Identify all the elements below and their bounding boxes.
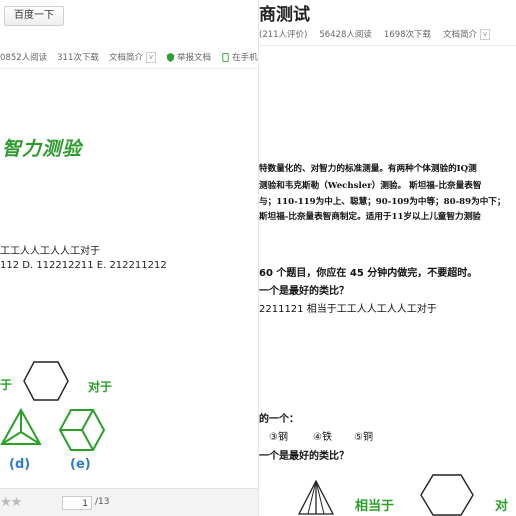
figure-text-duiyu: 对于 (88, 380, 113, 394)
document-title: 智力测验 (2, 138, 83, 160)
hexagon-figure (23, 361, 69, 401)
chevron-down-icon: v (480, 28, 491, 40)
right-document-pane: 商测试 (211人评价) 56428人阅读 1698次下载 文档简介 v 特数量化… (258, 0, 516, 516)
option-4: ④铁 (313, 432, 332, 443)
left-document-pane: 百度一下 0852人阅读 311次下载 文档简介v 举报文档 在手机打开 智力测… (0, 0, 258, 516)
answer-options-line: 112 D. 112212211 E. 212211212 (0, 260, 167, 271)
document-stats-bar: (211人评价) 56428人阅读 1698次下载 文档简介 v (259, 23, 516, 46)
scanned-text-line: 斯坦福-比奈量表智商制定。适用于11岁以上儿童智力测验 (259, 212, 481, 222)
baidu-search-button[interactable]: 百度一下 (4, 6, 64, 26)
triangle-option-figure (0, 408, 42, 445)
document-title: 商测试 (259, 5, 310, 25)
rating-count: (211人评价) (259, 30, 308, 40)
question-best-analogy-2: 一个是最好的类比？ (259, 451, 349, 462)
doc-intro-label: 文档简介 (108, 53, 143, 63)
read-count: 56428人阅读 (319, 30, 372, 40)
rating-stars[interactable]: ★★ (0, 495, 22, 510)
figure-text-yu: 于 (0, 378, 13, 392)
instruction-line: 60 个题目，你应在 45 分钟内做完，不要超时。 (259, 268, 478, 279)
question-which-one: 的一个： (259, 414, 299, 425)
open-on-phone-label: 在手机打开 (232, 53, 258, 63)
option-e-label: (e) (70, 457, 91, 472)
scanned-text-line: 特数量化的、对智力的标准测量。有两种个体测验的IQ测 (259, 164, 477, 174)
option-3: ③钢 (269, 432, 288, 443)
shield-icon (166, 52, 175, 62)
doc-intro-dropdown[interactable]: 文档简介 v (443, 28, 491, 40)
option-d-label: (d) (9, 457, 31, 472)
document-footer-bar: ★★ 1 /13 (0, 488, 258, 516)
chevron-down-icon: v (145, 51, 157, 63)
download-count: 311次下载 (57, 53, 99, 63)
cube-option-figure (58, 409, 106, 451)
read-count: 0852人阅读 (0, 53, 48, 63)
phone-icon (222, 52, 229, 62)
page-total: /13 (95, 497, 110, 507)
report-doc-link[interactable]: 举报文档 (166, 51, 211, 63)
doc-intro-label: 文档简介 (443, 30, 478, 40)
option-5: ⑤铜 (354, 432, 373, 443)
open-on-phone-link[interactable]: 在手机打开 (221, 51, 258, 63)
download-count: 1698次下载 (383, 30, 432, 40)
figure-text-duiyu: 对于 (495, 499, 509, 514)
figure-text-xiangdangyu: 相当于 (355, 499, 395, 514)
question-text-line: 工工人人工人人工对于 (0, 246, 100, 257)
page-number-input[interactable]: 1 (62, 496, 92, 510)
analogy-question-line: 2211121 相当于工工人人工人人工对于 (259, 304, 437, 315)
document-stats-bar: 0852人阅读 311次下载 文档简介v 举报文档 在手机打开 (0, 46, 258, 69)
doc-intro-dropdown[interactable]: 文档简介 v (108, 51, 157, 63)
scanned-text-line: 与；110-119为中上、聪慧；90-109为中等；80-89为中下； (259, 197, 506, 207)
scanned-text-line: 测验和韦克斯勒（Wechsler）测验。 斯坦福-比奈量表智 (259, 181, 482, 191)
question-best-analogy: 一个是最好的类比？ (259, 286, 349, 297)
triangle-figure (297, 479, 335, 515)
hexagon-figure (420, 474, 474, 516)
report-doc-label: 举报文档 (177, 53, 212, 63)
